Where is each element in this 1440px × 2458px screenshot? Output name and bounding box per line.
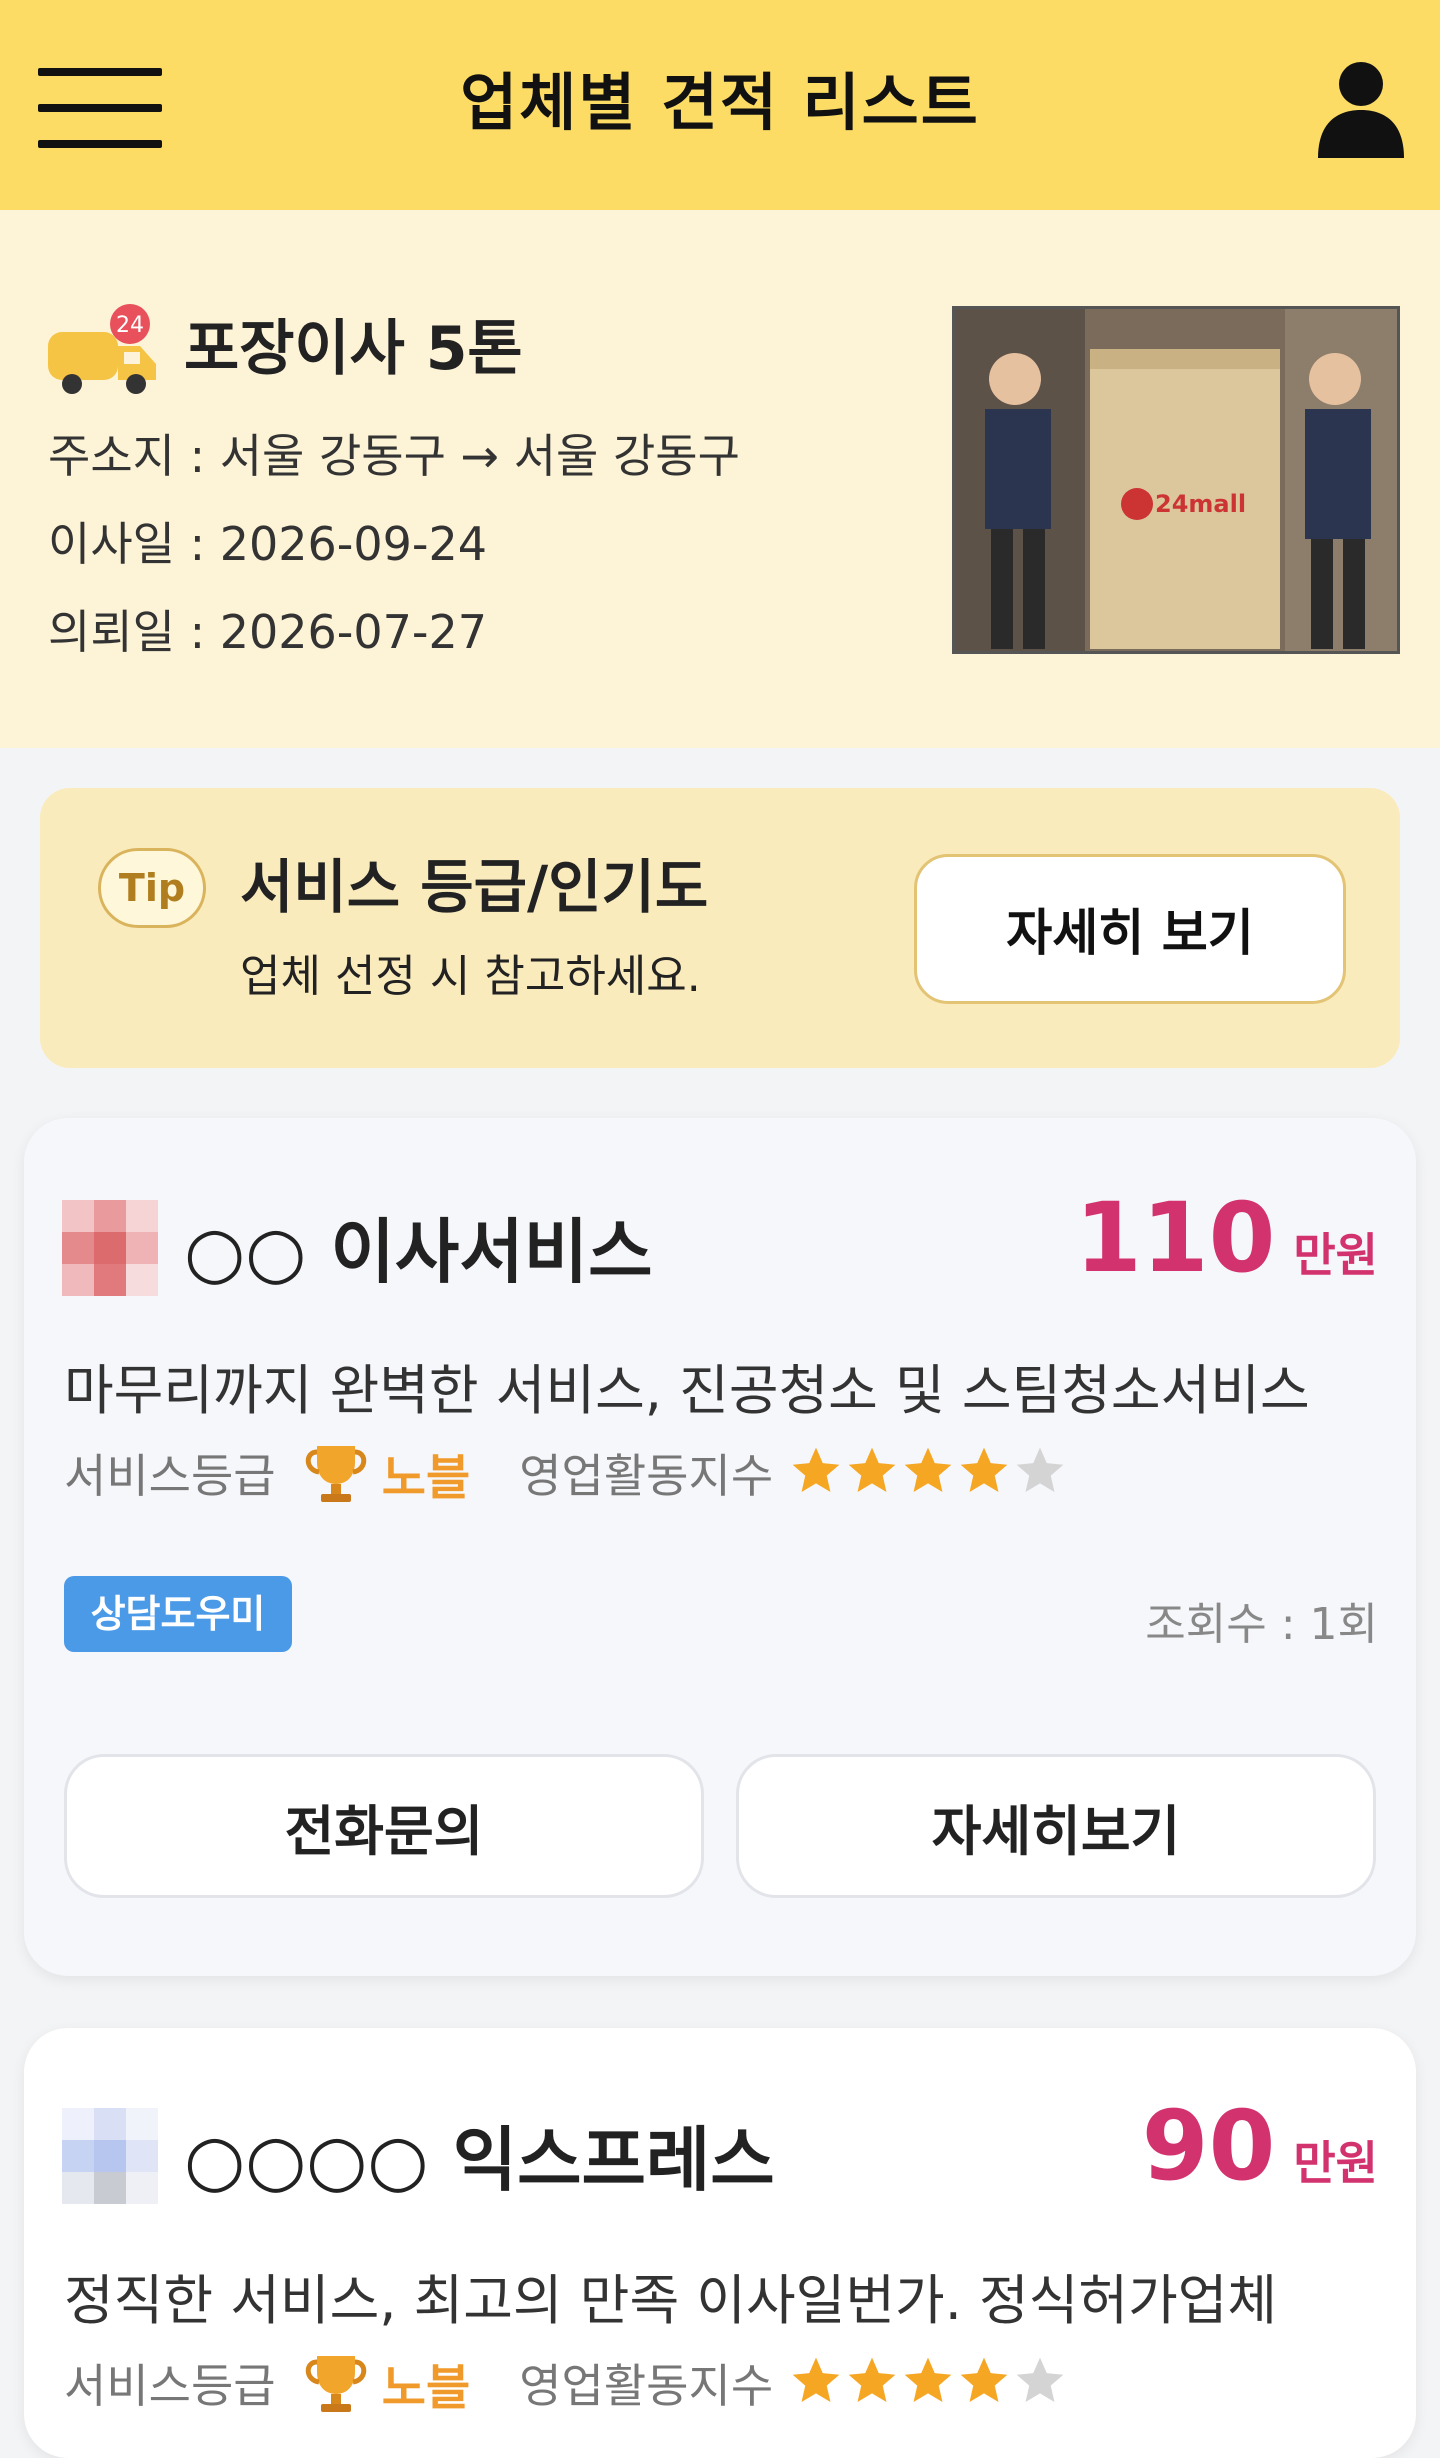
move-date-text: 이사일 : 2026-09-24: [48, 517, 488, 571]
movers-photo: 24mall: [952, 306, 1400, 654]
star-filled-icon: [792, 2357, 840, 2402]
tip-title: 서비스 등급/인기도: [240, 853, 709, 921]
company-description: 정직한 서비스, 최고의 만족 이사일번가. 정식허가업체: [64, 2269, 1278, 2332]
price-amount: 110: [1074, 1182, 1276, 1294]
star-filled-icon: [848, 2357, 896, 2402]
tip-badge: Tip: [98, 848, 206, 928]
star-filled-icon: [904, 1447, 952, 1492]
service-grade-label: 서비스등급: [64, 1449, 276, 1503]
star-empty-icon: [1016, 2357, 1064, 2402]
company-name: ○○ 이사서비스: [184, 1211, 653, 1293]
svg-text:24mall: 24mall: [1155, 490, 1246, 518]
tip-banner: Tip 서비스 등급/인기도 업체 선정 시 참고하세요. 자세히 보기: [40, 788, 1400, 1068]
tip-subtitle: 업체 선정 시 참고하세요.: [240, 951, 701, 1002]
company-description: 마무리까지 완벽한 서비스, 진공청소 및 스팀청소서비스: [64, 1359, 1310, 1422]
price: 110 만원: [1075, 1182, 1378, 1294]
page-title: 업체별 견적 리스트: [460, 66, 980, 139]
star-filled-icon: [960, 2357, 1008, 2402]
request-date-text: 의뢰일 : 2026-07-27: [48, 605, 488, 659]
app-header: 업체별 견적 리스트: [0, 0, 1440, 210]
price: 90 만원: [1142, 2090, 1378, 2202]
view-count: 조회수 : 1회: [1145, 1599, 1378, 1650]
tip-detail-button[interactable]: 자세히 보기: [914, 854, 1346, 1004]
service-grade: 노블: [381, 1450, 471, 1506]
trophy-icon: [305, 2356, 366, 2412]
call-inquiry-button[interactable]: 전화문의: [64, 1754, 704, 1898]
rating-row: 서비스등급 노블 영업활동지수: [64, 2348, 1068, 2428]
user-icon[interactable]: [1316, 60, 1406, 158]
company-card[interactable]: ○○○○ 익스프레스 90 만원 정직한 서비스, 최고의 만족 이사일번가. 정…: [24, 2028, 1416, 2458]
price-unit: 만원: [1293, 1228, 1378, 1282]
company-card[interactable]: ○○ 이사서비스 110 만원 마무리까지 완벽한 서비스, 진공청소 및 스팀청…: [24, 1118, 1416, 1976]
activity-stars: [788, 1443, 1068, 1503]
route-text: 주소지 : 서울 강동구 → 서울 강동구: [48, 429, 740, 483]
star-filled-icon: [904, 2357, 952, 2402]
rating-row: 서비스등급 노블 영업활동지수: [64, 1438, 1068, 1518]
price-amount: 90: [1141, 2090, 1276, 2202]
company-logo: [62, 2108, 158, 2204]
price-unit: 만원: [1293, 2136, 1378, 2190]
truck-icon: 24: [48, 304, 156, 394]
company-logo: [62, 1200, 158, 1296]
service-grade-label: 서비스등급: [64, 2359, 276, 2413]
move-type-title: 포장이사 5톤: [184, 314, 523, 384]
trophy-icon: [305, 1446, 366, 1502]
activity-stars: [788, 2353, 1068, 2413]
service-grade: 노블: [381, 2360, 471, 2416]
delivery-badge: 24: [116, 313, 144, 338]
activity-label: 영업활동지수: [519, 1449, 774, 1503]
star-filled-icon: [960, 1447, 1008, 1492]
star-filled-icon: [848, 1447, 896, 1492]
activity-label: 영업활동지수: [519, 2359, 774, 2413]
consult-helper-tag: 상담도우미: [64, 1576, 292, 1652]
detail-view-button[interactable]: 자세히보기: [736, 1754, 1376, 1898]
star-empty-icon: [1016, 1447, 1064, 1492]
star-filled-icon: [792, 1447, 840, 1492]
company-name: ○○○○ 익스프레스: [184, 2119, 775, 2201]
